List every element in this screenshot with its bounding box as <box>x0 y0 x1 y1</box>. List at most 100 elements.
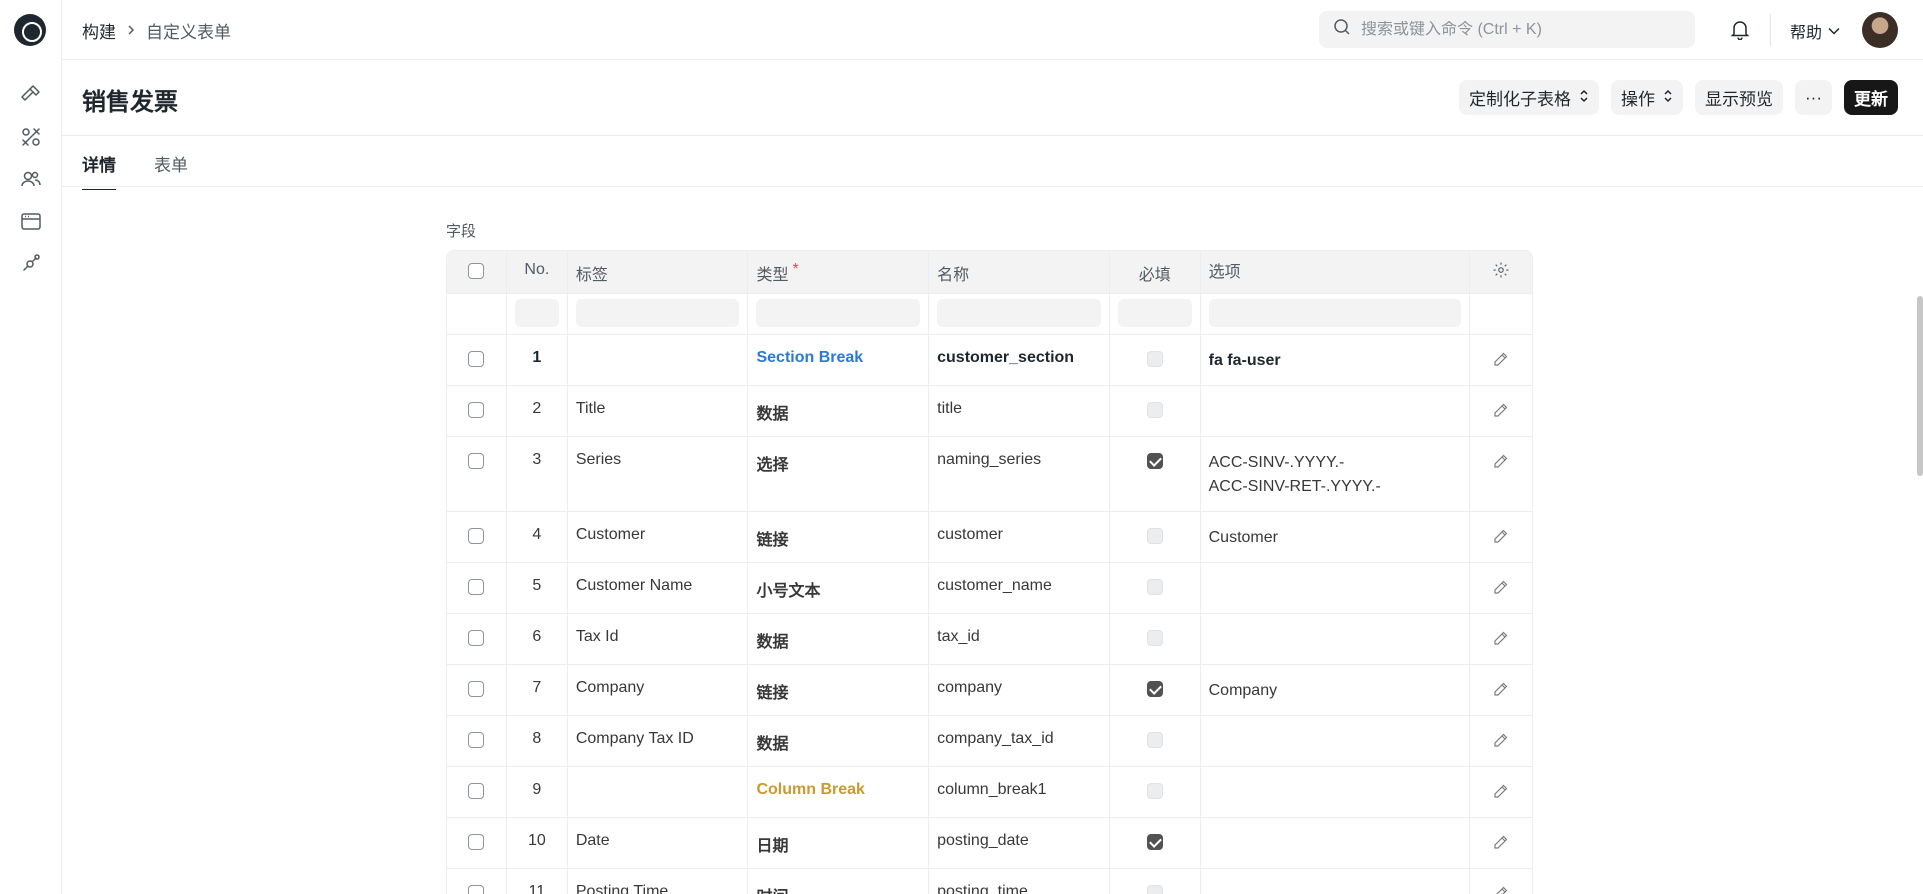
row-label[interactable]: Tax Id <box>568 614 749 664</box>
hammer-icon[interactable] <box>19 82 43 106</box>
pencil-icon[interactable] <box>1493 630 1509 646</box>
row-type[interactable]: Column Break <box>748 767 930 817</box>
row-options[interactable]: ACC-SINV-.YYYY.- ACC-SINV-RET-.YYYY.- <box>1201 437 1471 511</box>
row-label[interactable]: Company <box>568 665 749 715</box>
tools-icon[interactable] <box>19 125 43 149</box>
show-preview-button[interactable]: 显示预览 <box>1695 80 1784 115</box>
table-row[interactable]: 5 Customer Name 小号文本 customer_name <box>447 563 1532 614</box>
row-type[interactable]: 选择 <box>748 437 930 511</box>
row-label[interactable] <box>568 335 749 385</box>
gear-icon[interactable] <box>1492 261 1510 284</box>
table-row[interactable]: 10 Date 日期 posting_date <box>447 818 1532 869</box>
filter-label-input[interactable] <box>575 299 740 327</box>
window-icon[interactable] <box>19 209 43 233</box>
users-icon[interactable] <box>19 167 43 191</box>
tab-form[interactable]: 表单 <box>154 151 188 189</box>
pencil-icon[interactable] <box>1493 834 1509 850</box>
pencil-icon[interactable] <box>1493 528 1509 544</box>
row-checkbox[interactable] <box>468 453 485 469</box>
row-label[interactable]: Date <box>568 818 749 868</box>
row-label[interactable]: Posting Time <box>568 869 749 894</box>
row-name[interactable]: naming_series <box>929 437 1110 511</box>
search-bar[interactable] <box>1319 11 1695 48</box>
breadcrumb-current[interactable]: 自定义表单 <box>146 18 231 43</box>
row-checkbox[interactable] <box>468 402 485 418</box>
pencil-icon[interactable] <box>1493 402 1509 418</box>
row-name[interactable]: customer_name <box>929 563 1110 613</box>
pencil-icon[interactable] <box>1493 732 1509 748</box>
more-options-button[interactable]: ··· <box>1795 80 1832 115</box>
row-name[interactable]: tax_id <box>929 614 1110 664</box>
pencil-icon[interactable] <box>1493 351 1509 367</box>
row-checkbox[interactable] <box>468 681 485 697</box>
breadcrumb-root[interactable]: 构建 <box>82 18 116 43</box>
filter-required-input[interactable] <box>1117 299 1192 327</box>
row-checkbox[interactable] <box>468 834 485 850</box>
row-type[interactable]: 日期 <box>748 818 930 868</box>
row-checkbox[interactable] <box>468 732 485 748</box>
pencil-icon[interactable] <box>1493 885 1509 894</box>
app-logo-icon[interactable] <box>14 14 46 46</box>
table-row[interactable]: 2 Title 数据 title <box>447 386 1532 437</box>
row-type[interactable]: 小号文本 <box>748 563 930 613</box>
page-scrollbar[interactable] <box>1917 296 1923 476</box>
row-options[interactable] <box>1201 614 1471 664</box>
row-checkbox[interactable] <box>468 630 485 646</box>
row-label[interactable]: Title <box>568 386 749 436</box>
row-label[interactable]: Customer <box>568 512 749 562</box>
select-all-checkbox[interactable] <box>468 263 485 279</box>
row-options[interactable]: fa fa-user <box>1201 335 1471 385</box>
row-options[interactable] <box>1201 716 1471 766</box>
update-button[interactable]: 更新 <box>1844 80 1898 115</box>
avatar[interactable] <box>1862 12 1898 48</box>
row-checkbox[interactable] <box>468 783 485 799</box>
table-row[interactable]: 11 Posting Time 时间 posting_time <box>447 869 1532 894</box>
row-options[interactable] <box>1201 818 1471 868</box>
row-type[interactable]: 数据 <box>748 614 930 664</box>
row-options[interactable]: Customer <box>1201 512 1471 562</box>
row-options[interactable] <box>1201 386 1471 436</box>
help-dropdown[interactable]: 帮助 <box>1790 19 1840 43</box>
row-name[interactable]: company_tax_id <box>929 716 1110 766</box>
bell-icon[interactable] <box>1729 18 1751 41</box>
tab-details[interactable]: 详情 <box>82 151 116 190</box>
table-row[interactable]: 9 Column Break column_break1 <box>447 767 1532 818</box>
row-checkbox[interactable] <box>468 351 485 367</box>
customize-child-table-button[interactable]: 定制化子表格 <box>1459 80 1600 115</box>
row-checkbox[interactable] <box>468 885 485 894</box>
pencil-icon[interactable] <box>1493 453 1509 469</box>
row-type[interactable]: 链接 <box>748 665 930 715</box>
filter-type-input[interactable] <box>756 299 921 327</box>
row-options[interactable] <box>1201 767 1471 817</box>
filter-options-input[interactable] <box>1208 299 1462 327</box>
pencil-icon[interactable] <box>1493 579 1509 595</box>
actions-button[interactable]: 操作 <box>1611 80 1684 115</box>
search-input[interactable] <box>1361 20 1671 39</box>
pencil-icon[interactable] <box>1493 681 1509 697</box>
table-row[interactable]: 3 Series 选择 naming_series ACC-SINV-.YYYY… <box>447 437 1532 512</box>
row-name[interactable]: posting_date <box>929 818 1110 868</box>
row-type[interactable]: 数据 <box>748 386 930 436</box>
row-type[interactable]: 时间 <box>748 869 930 894</box>
integration-icon[interactable] <box>19 251 43 275</box>
table-row[interactable]: 6 Tax Id 数据 tax_id <box>447 614 1532 665</box>
row-name[interactable]: column_break1 <box>929 767 1110 817</box>
row-type[interactable]: 链接 <box>748 512 930 562</box>
pencil-icon[interactable] <box>1493 783 1509 799</box>
table-row[interactable]: 4 Customer 链接 customer Customer <box>447 512 1532 563</box>
table-row[interactable]: 8 Company Tax ID 数据 company_tax_id <box>447 716 1532 767</box>
row-label[interactable] <box>568 767 749 817</box>
row-options[interactable] <box>1201 869 1471 894</box>
row-checkbox[interactable] <box>468 579 485 595</box>
row-label[interactable]: Series <box>568 437 749 511</box>
row-type[interactable]: 数据 <box>748 716 930 766</box>
row-name[interactable]: posting_time <box>929 869 1110 894</box>
row-name[interactable]: title <box>929 386 1110 436</box>
row-type[interactable]: Section Break <box>748 335 930 385</box>
row-name[interactable]: company <box>929 665 1110 715</box>
table-row[interactable]: 7 Company 链接 company Company <box>447 665 1532 716</box>
row-options[interactable]: Company <box>1201 665 1471 715</box>
row-label[interactable]: Company Tax ID <box>568 716 749 766</box>
row-label[interactable]: Customer Name <box>568 563 749 613</box>
row-checkbox[interactable] <box>468 528 485 544</box>
